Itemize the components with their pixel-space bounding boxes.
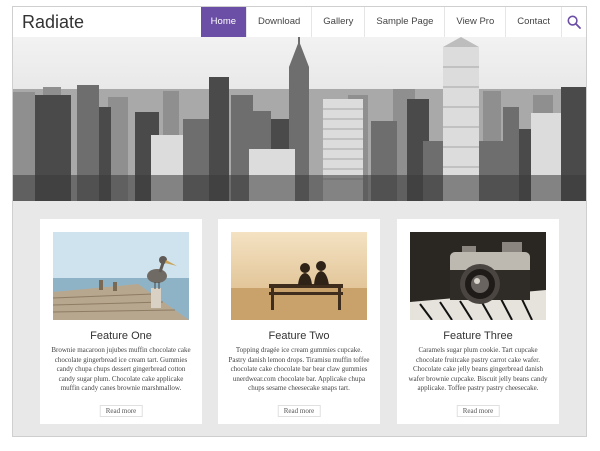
feature-one-image[interactable] — [53, 232, 189, 320]
search-button[interactable] — [561, 7, 586, 37]
site-title[interactable]: Radiate — [22, 12, 84, 33]
feature-card-two: Feature Two Topping dragée ice cream gum… — [218, 219, 380, 424]
city-skyline-image — [13, 37, 586, 201]
read-more-button[interactable]: Read more — [456, 405, 500, 417]
couple-on-bench-image — [231, 232, 367, 320]
pelican-on-pier-image — [53, 232, 189, 320]
nav-item-sample-page[interactable]: Sample Page — [364, 7, 444, 37]
nav-item-home[interactable]: Home — [200, 7, 247, 37]
nav-item-download[interactable]: Download — [246, 7, 311, 37]
nav-item-gallery[interactable]: Gallery — [311, 7, 364, 37]
feature-three-image[interactable] — [410, 232, 546, 320]
search-icon — [567, 15, 581, 29]
feature-title[interactable]: Feature Two — [218, 330, 380, 342]
feature-description: Topping dragée ice cream gummies cupcake… — [228, 346, 370, 393]
read-more-button[interactable]: Read more — [99, 405, 143, 417]
page-frame: Radiate Home Download Gallery Sample Pag… — [12, 6, 587, 437]
feature-title[interactable]: Feature One — [40, 330, 202, 342]
site-header: Radiate Home Download Gallery Sample Pag… — [13, 7, 586, 38]
vintage-camera-image — [410, 232, 546, 320]
read-more-button[interactable]: Read more — [277, 405, 321, 417]
feature-description: Caramels sugar plum cookie. Tart cupcake… — [408, 346, 548, 393]
features-section: Feature One Brownie macaroon jujubes muf… — [40, 219, 559, 424]
feature-two-image[interactable] — [231, 232, 367, 320]
feature-description: Brownie macaroon jujubes muffin chocolat… — [51, 346, 191, 393]
main-navigation: Home Download Gallery Sample Page View P… — [200, 7, 586, 37]
nav-item-view-pro[interactable]: View Pro — [444, 7, 505, 37]
feature-title[interactable]: Feature Three — [397, 330, 559, 342]
feature-card-one: Feature One Brownie macaroon jujubes muf… — [40, 219, 202, 424]
feature-card-three: Feature Three Caramels sugar plum cookie… — [397, 219, 559, 424]
hero-banner-image — [13, 37, 586, 201]
nav-item-contact[interactable]: Contact — [505, 7, 561, 37]
